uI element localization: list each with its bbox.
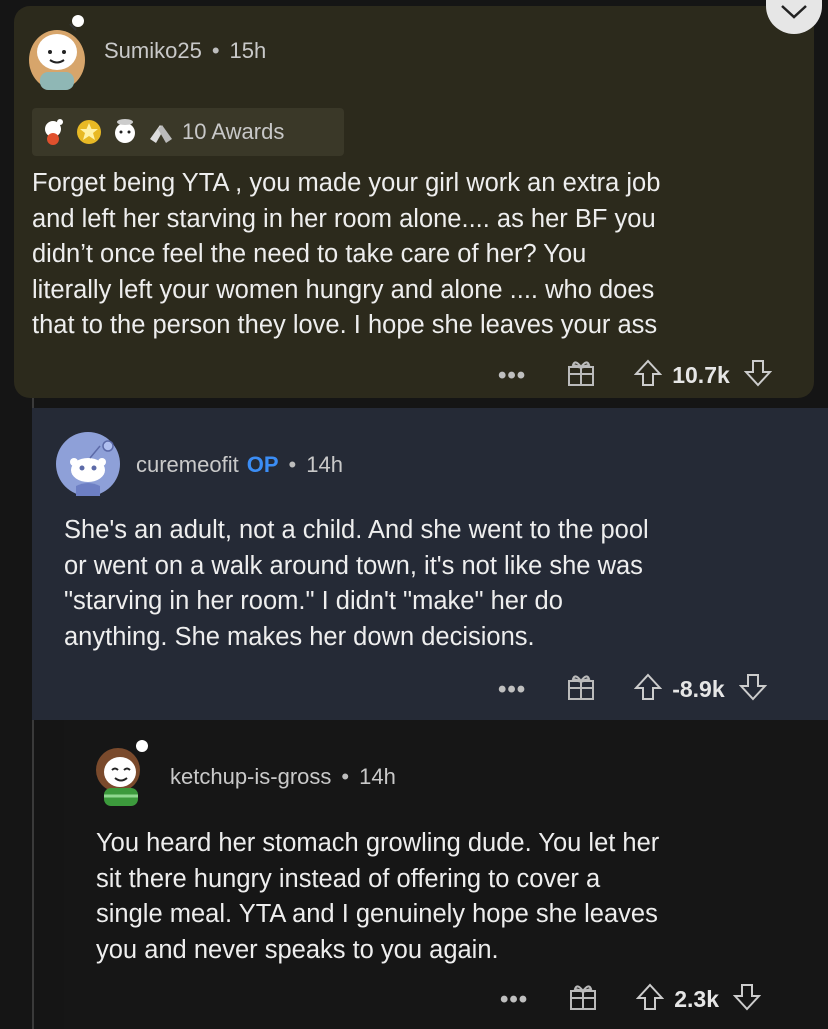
comment-body: Forget being YTA , you made your girl wo… xyxy=(32,166,812,344)
collapse-button[interactable] xyxy=(766,0,822,34)
timestamp: 14h xyxy=(359,764,396,789)
username[interactable]: curemeofit xyxy=(136,452,239,478)
awards-count: 10 Awards xyxy=(182,119,285,144)
more-options-button[interactable]: ••• xyxy=(498,676,526,704)
awards-bar[interactable]: 10 Awards xyxy=(32,108,344,156)
body-line: "starving in her room." I didn't "make" … xyxy=(64,587,563,615)
timestamp: 14h xyxy=(306,452,343,477)
body-line: you and never speaks to you again. xyxy=(96,935,499,964)
hands-award-icon xyxy=(146,117,176,147)
more-options-button[interactable]: ••• xyxy=(500,986,528,1014)
gift-award-icon[interactable] xyxy=(568,982,598,1017)
upvote-icon[interactable] xyxy=(633,358,663,393)
body-line: literally left your women hungry and alo… xyxy=(32,275,655,304)
upvote-icon[interactable] xyxy=(633,672,663,707)
chevron-down-icon xyxy=(781,5,807,19)
username[interactable]: ketchup-is-gross xyxy=(170,764,331,790)
more-options-button[interactable]: ••• xyxy=(498,362,526,390)
award-icon xyxy=(110,117,140,147)
avatar[interactable] xyxy=(20,12,94,90)
star-award-icon xyxy=(74,117,104,147)
downvote-icon[interactable] xyxy=(743,358,773,393)
vote-count: 10.7k xyxy=(672,362,730,388)
body-line: and left her starving in her room alone.… xyxy=(32,204,656,233)
comment-curemeofit: curemeofit OP • 14h She's an adult, not … xyxy=(32,408,828,720)
body-line: You heard her stomach growling dude. You… xyxy=(96,829,660,857)
username[interactable]: Sumiko25 xyxy=(104,38,202,64)
gift-award-icon[interactable] xyxy=(566,672,596,707)
body-line: Forget being YTA , you made your girl wo… xyxy=(32,169,661,197)
separator-dot: • xyxy=(341,764,350,789)
separator-dot: • xyxy=(288,452,297,477)
op-badge: OP xyxy=(246,452,279,477)
upvote-icon[interactable] xyxy=(635,982,665,1017)
body-line: didn’t once feel the need to take care o… xyxy=(32,240,587,268)
body-line: or went on a walk around town, it's not … xyxy=(64,551,643,580)
body-line: She's an adult, not a child. And she wen… xyxy=(64,516,649,544)
body-line: anything. She makes her down decisions. xyxy=(64,622,535,651)
gift-award-icon[interactable] xyxy=(566,358,596,393)
vote-count: -8.9k xyxy=(672,676,725,702)
avatar[interactable] xyxy=(56,432,120,496)
body-line: that to the person they love. I hope she… xyxy=(32,311,658,339)
comment-ketchup-is-gross: ketchup-is-gross • 14h You heard her sto… xyxy=(64,720,828,1029)
comment-sumiko25: Sumiko25 • 15h 10 Awards Forget being YT… xyxy=(14,0,822,398)
comment-body: You heard her stomach growling dude. You… xyxy=(96,826,826,968)
avatar[interactable] xyxy=(88,738,156,808)
downvote-icon[interactable] xyxy=(732,982,762,1017)
downvote-icon[interactable] xyxy=(738,672,767,707)
vote-count: 2.3k xyxy=(674,986,719,1012)
comment-body: She's an adult, not a child. And she wen… xyxy=(64,513,824,655)
body-line: single meal. YTA and I genuinely hope sh… xyxy=(96,900,658,928)
timestamp: 15h xyxy=(229,38,267,63)
separator-dot: • xyxy=(211,38,220,63)
award-icon xyxy=(38,117,68,147)
body-line: sit there hungry instead of offering to … xyxy=(96,864,601,893)
